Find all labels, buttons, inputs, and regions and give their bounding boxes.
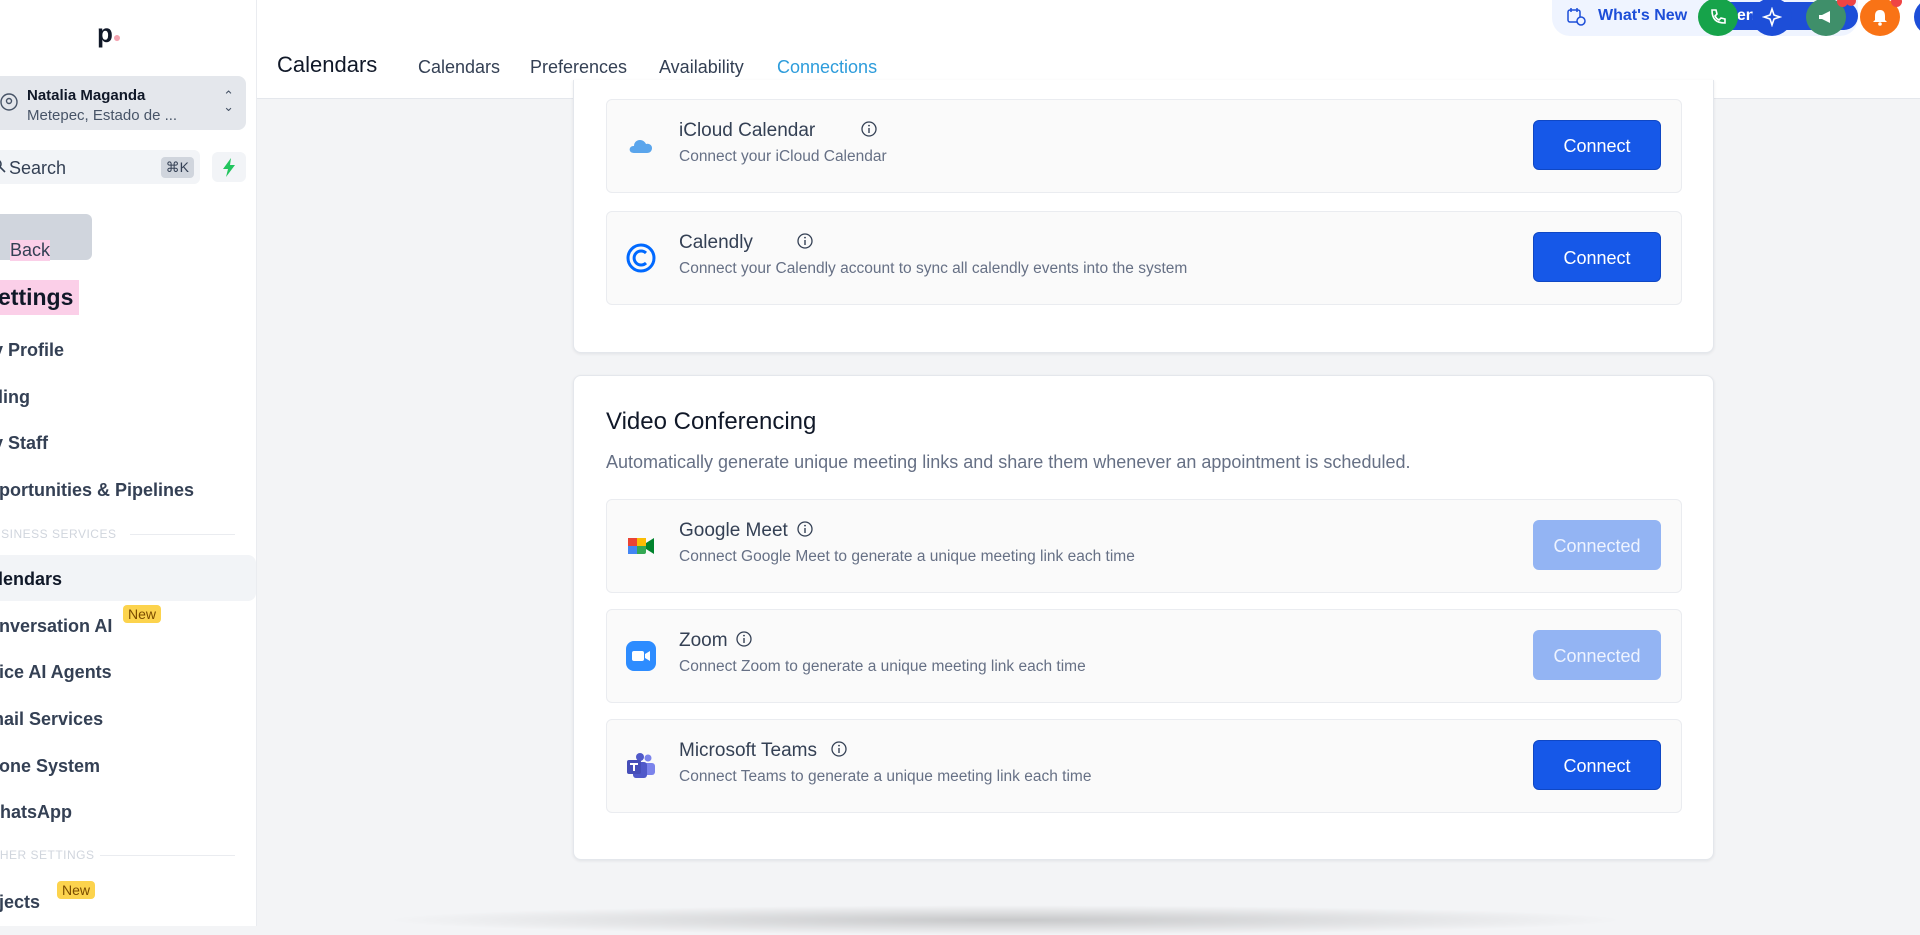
connection-row-icloud: iCloud Calendar Connect your iCloud Cale… (606, 99, 1682, 193)
sidebar-item-voice-ai-agents[interactable]: oice AI Agents (0, 662, 112, 683)
connection-description: Connect Teams to generate a unique meeti… (679, 768, 1092, 785)
search-shortcut: ⌘K (160, 157, 194, 178)
connection-description: Connect Zoom to generate a unique meetin… (679, 658, 1086, 675)
connected-button[interactable]: Connected (1533, 630, 1661, 680)
search-label: Search (9, 158, 67, 178)
sidebar-item-my-profile[interactable]: ly Profile (0, 340, 64, 361)
sparkle-icon (1762, 7, 1782, 27)
connection-row-zoom: Zoom Connect Zoom to generate a unique m… (606, 609, 1682, 703)
page-title: Calendars (277, 52, 378, 77)
section-title: Video Conferencing (606, 408, 817, 435)
scroll-shadow (380, 905, 1630, 935)
sidebar: p● Natalia Maganda Metepec, Estado de ..… (0, 0, 257, 926)
sidebar-item-opportunities[interactable]: pportunities & Pipelines (0, 480, 194, 501)
notifications-button[interactable] (1860, 0, 1902, 36)
section-subtitle: Automatically generate unique meeting li… (606, 452, 1411, 472)
microsoft-teams-icon (627, 753, 655, 778)
location-address: Metepec, Estado de ... (27, 107, 178, 124)
section-label-other-settings: THER SETTINGS (0, 848, 95, 862)
settings-heading: ettings (0, 280, 80, 315)
sidebar-item-my-staff[interactable]: ly Staff (0, 433, 48, 454)
zoom-icon (626, 641, 656, 671)
tab-connections[interactable]: Connections (777, 57, 877, 78)
sidebar-item-calendars[interactable]: alendars (0, 569, 62, 590)
megaphone-calendar-icon (1567, 8, 1586, 26)
location-pin-icon (0, 93, 18, 111)
sidebar-item-conversation-ai[interactable]: onversation AI (0, 616, 112, 637)
connection-title: Microsoft Teams (679, 740, 817, 761)
location-name: Natalia Maganda (27, 87, 146, 104)
sidebar-item-objects[interactable]: bjects (0, 892, 40, 913)
google-meet-icon (628, 538, 654, 554)
sidebar-item-phone-system[interactable]: hone System (0, 756, 100, 777)
app-logo[interactable]: p● (97, 18, 121, 49)
connection-description: Connect your iCloud Calendar (679, 148, 887, 165)
section-divider (100, 855, 235, 856)
info-icon[interactable] (736, 631, 752, 647)
go-back-label-b: Back (10, 240, 51, 261)
connection-title: Calendly (679, 232, 753, 253)
connect-button[interactable]: Connect (1533, 232, 1661, 282)
icloud-icon (629, 140, 652, 153)
info-icon[interactable] (797, 521, 813, 537)
tab-preferences[interactable]: Preferences (530, 57, 627, 78)
connection-title: iCloud Calendar (679, 120, 816, 141)
section-label-business-services: USINESS SERVICES (0, 527, 117, 541)
calendly-icon (626, 243, 656, 273)
notification-dot (1891, 0, 1902, 7)
connection-description: Connect your Calendly account to sync al… (679, 260, 1188, 277)
calendars-card: iCloud Calendar Connect your iCloud Cale… (573, 80, 1714, 353)
connect-button[interactable]: Connect (1533, 740, 1661, 790)
connect-button[interactable]: Connect (1533, 120, 1661, 170)
profile-avatar-button[interactable] (1914, 0, 1920, 36)
connection-row-calendly: Calendly Connect your Calendly account t… (606, 211, 1682, 305)
connection-row-google-meet: Google Meet Connect Google Meet to gener… (606, 499, 1682, 593)
location-switcher[interactable]: Natalia Maganda Metepec, Estado de ... ⌃… (0, 76, 246, 130)
sidebar-item-billing[interactable]: illing (0, 387, 30, 408)
connection-description: Connect Google Meet to generate a unique… (679, 548, 1135, 565)
tab-calendars[interactable]: Calendars (418, 57, 500, 78)
tab-availability[interactable]: Availability (659, 57, 744, 78)
go-back-button[interactable]: Go Back (0, 214, 92, 261)
chevron-up-down-icon: ⌃ ⌄ (223, 88, 234, 114)
info-icon[interactable] (861, 121, 877, 137)
connected-button[interactable]: Connected (1533, 520, 1661, 570)
new-badge: New (123, 605, 162, 623)
lightning-icon (223, 158, 235, 177)
section-divider (130, 534, 235, 535)
sidebar-item-email-services[interactable]: mail Services (0, 709, 103, 730)
whats-new-label: What's New (1598, 7, 1688, 24)
search-icon (0, 160, 6, 173)
connection-title: Google Meet (679, 520, 788, 541)
video-conferencing-card: Video Conferencing Automatically generat… (573, 375, 1714, 860)
new-badge: New (57, 881, 96, 899)
info-icon[interactable] (831, 741, 847, 757)
phone-icon (1711, 9, 1726, 24)
megaphone-icon (1819, 11, 1830, 23)
bell-icon (1873, 10, 1887, 26)
info-icon[interactable] (797, 233, 813, 249)
quick-actions-button[interactable] (212, 152, 246, 182)
connection-row-microsoft-teams: Microsoft Teams Connect Teams to generat… (606, 719, 1682, 813)
search-input[interactable]: Search ⌘K (0, 150, 200, 184)
sidebar-item-whatsapp[interactable]: VhatsApp (0, 802, 72, 823)
connection-title: Zoom (679, 630, 728, 651)
